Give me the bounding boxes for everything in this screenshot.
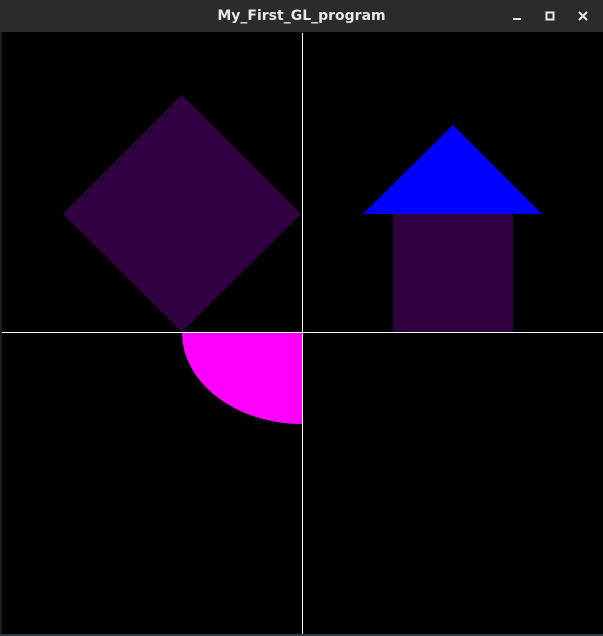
- house-body-rectangle: [393, 214, 513, 333]
- minimize-button[interactable]: [507, 6, 527, 26]
- title-bar[interactable]: My_First_GL_program: [0, 0, 603, 32]
- maximize-icon: [545, 11, 555, 21]
- app-window: My_First_GL_program: [0, 0, 603, 636]
- maximize-button[interactable]: [540, 6, 560, 26]
- gl-canvas[interactable]: [2, 33, 603, 636]
- close-icon: [578, 11, 588, 21]
- minimize-icon: [513, 18, 521, 20]
- close-button[interactable]: [573, 6, 593, 26]
